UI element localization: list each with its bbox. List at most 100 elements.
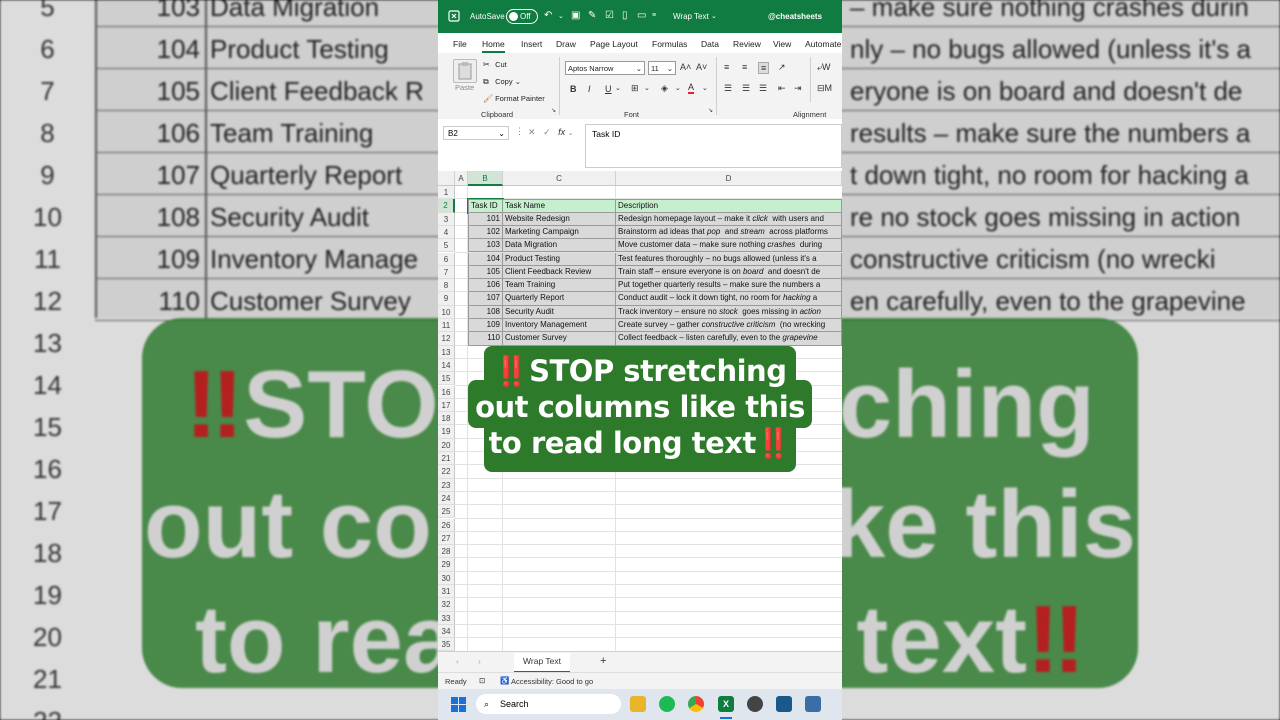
cell-description[interactable]: Brainstorm ad ideas that pop and stream … — [616, 225, 842, 240]
docname-chevron-icon[interactable]: ⌄ — [711, 12, 717, 20]
undo-dropdown-icon[interactable]: ⌄ — [558, 12, 564, 20]
tab-data[interactable]: Data — [701, 39, 719, 49]
row-header[interactable]: 25 — [438, 505, 455, 519]
cell-task-id[interactable]: 106 — [468, 279, 503, 293]
cell-task-id[interactable]: 107 — [468, 292, 503, 306]
cell-task-id[interactable]: 109 — [468, 319, 503, 333]
row-header[interactable]: 5 — [438, 239, 455, 253]
row-header[interactable]: 12 — [438, 332, 455, 346]
row-header[interactable]: 29 — [438, 558, 455, 572]
align-middle-icon[interactable]: ≡ — [742, 62, 747, 72]
row-header[interactable]: 9 — [438, 292, 455, 306]
row-header[interactable]: 20 — [438, 438, 455, 452]
orientation-icon[interactable]: ↗ — [778, 62, 786, 73]
header-cell-task-id[interactable]: Task ID — [467, 198, 504, 214]
cut-button[interactable]: ✂ Cut — [483, 60, 507, 69]
document-icon[interactable]: ▭ — [637, 10, 646, 21]
cell-description[interactable]: Track inventory – ensure no stock goes m… — [616, 305, 842, 319]
cell-task-id[interactable]: 105 — [468, 265, 503, 280]
tab-automate[interactable]: Automate — [805, 39, 841, 49]
font-color-dropdown-icon[interactable]: ⌄ — [702, 84, 708, 92]
cell-task-name[interactable]: Product Testing — [503, 252, 616, 266]
fill-dropdown-icon[interactable]: ⌄ — [675, 84, 681, 92]
row-header[interactable]: 6 — [438, 252, 455, 266]
tab-view[interactable]: View — [773, 39, 791, 49]
cell-description[interactable]: Conduct audit – lock it down tight, no r… — [616, 292, 842, 306]
row-header[interactable]: 17 — [438, 398, 455, 413]
row-header[interactable]: 2 — [438, 199, 455, 213]
format-painter-button[interactable]: 🖌 Format Painter — [483, 94, 545, 103]
align-left-icon[interactable]: ☰ — [724, 83, 732, 94]
row-header[interactable]: 7 — [438, 265, 455, 280]
increase-indent-icon[interactable]: ⇥ — [794, 83, 802, 94]
clipboard-launcher-icon[interactable]: ↘ — [551, 107, 556, 114]
underline-dropdown-icon[interactable]: ⌄ — [615, 84, 621, 92]
undo-icon[interactable]: ↶ — [544, 10, 552, 21]
cell-description[interactable]: Redesign homepage layout – make it click… — [616, 212, 842, 226]
chrome-icon[interactable] — [688, 696, 704, 712]
column-header-c[interactable]: C — [503, 171, 616, 186]
row-header[interactable]: 13 — [438, 345, 455, 359]
column-header-a[interactable]: A — [455, 171, 468, 186]
cell-task-id[interactable]: 101 — [468, 212, 503, 226]
row-header[interactable]: 11 — [438, 319, 455, 333]
row-header[interactable]: 16 — [438, 385, 455, 399]
select-all-corner[interactable] — [438, 171, 455, 186]
row-header[interactable]: 35 — [438, 638, 455, 651]
row-header[interactable]: 8 — [438, 279, 455, 293]
bold-button[interactable]: B — [570, 84, 577, 94]
decrease-font-icon[interactable]: A˅ — [696, 62, 707, 72]
fill-color-icon[interactable]: ◈ — [661, 83, 668, 94]
borders-icon[interactable]: ⊞ — [631, 83, 639, 94]
windows-start-icon[interactable] — [451, 697, 466, 712]
form-icon[interactable]: ☑ — [605, 10, 614, 21]
insert-function-icon[interactable]: fx — [558, 127, 565, 137]
cell-task-name[interactable]: Website Redesign — [503, 212, 616, 226]
cell-task-id[interactable]: 102 — [468, 225, 503, 240]
row-header[interactable]: 33 — [438, 611, 455, 625]
app-icon[interactable] — [776, 696, 792, 712]
cell-description[interactable]: Create survey – gather constructive crit… — [616, 319, 842, 333]
tab-formulas[interactable]: Formulas — [652, 39, 687, 49]
row-header[interactable]: 28 — [438, 545, 455, 559]
accessibility-status[interactable]: Accessibility: Good to go — [511, 677, 593, 686]
customize-icon[interactable]: ≡ — [652, 12, 656, 19]
paste-button[interactable] — [453, 59, 477, 83]
row-header[interactable]: 1 — [438, 186, 455, 200]
header-cell-description[interactable]: Description — [616, 199, 842, 213]
cell-task-name[interactable]: Client Feedback Review — [503, 265, 616, 280]
excel-taskbar-icon[interactable]: X — [718, 696, 734, 712]
tab-insert[interactable]: Insert — [521, 39, 542, 49]
sheet-tab-wrap-text[interactable]: Wrap Text — [514, 653, 570, 673]
name-box[interactable]: B2 ⌄ — [443, 126, 509, 140]
italic-button[interactable]: I — [588, 84, 591, 94]
font-color-icon[interactable]: A — [688, 83, 695, 94]
enter-icon[interactable]: ✓ — [543, 127, 551, 137]
row-header[interactable]: 19 — [438, 425, 455, 439]
row-header[interactable]: 22 — [438, 465, 455, 479]
cell-task-name[interactable]: Quarterly Report — [503, 292, 616, 306]
row-header[interactable]: 3 — [438, 212, 455, 226]
row-header[interactable]: 14 — [438, 358, 455, 373]
obs-icon[interactable] — [747, 696, 763, 712]
font-name-select[interactable]: Aptos Narrow ⌄ — [565, 61, 645, 75]
row-header[interactable]: 24 — [438, 491, 455, 506]
align-right-icon[interactable]: ☰ — [759, 83, 767, 94]
next-sheet-icon[interactable]: › — [478, 656, 481, 666]
fx-dropdown-icon[interactable]: ⌄ — [568, 130, 574, 137]
row-header[interactable]: 26 — [438, 518, 455, 532]
column-header-b[interactable]: B — [468, 171, 503, 186]
decrease-indent-icon[interactable]: ⇤ — [778, 83, 786, 94]
copy-button[interactable]: ⧉ Copy ⌄ — [483, 77, 521, 87]
cell-description[interactable]: Train staff – ensure everyone is on boar… — [616, 265, 842, 280]
tab-file[interactable]: File — [453, 39, 467, 49]
increase-font-icon[interactable]: A˄ — [680, 62, 691, 72]
cell-task-name[interactable]: Security Audit — [503, 305, 616, 319]
cell-task-id[interactable]: 104 — [468, 252, 503, 266]
row-header[interactable]: 27 — [438, 531, 455, 546]
cell-task-name[interactable]: Inventory Management — [503, 319, 616, 333]
underline-button[interactable]: U — [605, 84, 612, 94]
cell-task-id[interactable]: 110 — [468, 332, 503, 346]
cell-description[interactable]: Test features thoroughly – no bugs allow… — [616, 252, 842, 266]
formula-input[interactable]: Task ID — [585, 124, 842, 168]
